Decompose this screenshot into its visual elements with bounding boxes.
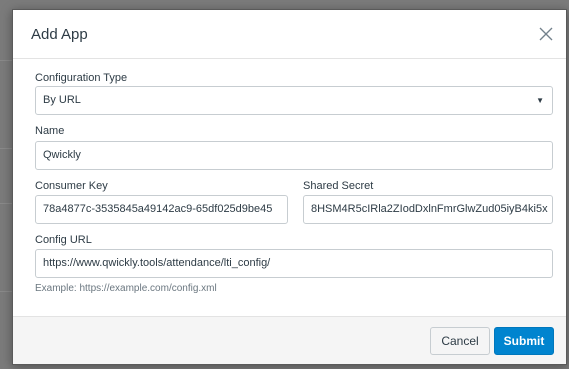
- submit-button[interactable]: Submit: [494, 327, 554, 355]
- consumer-key-label: Consumer Key: [35, 180, 108, 192]
- config-url-label: Config URL: [35, 234, 92, 246]
- name-field[interactable]: Qwickly: [35, 141, 553, 170]
- cancel-button[interactable]: Cancel: [430, 327, 490, 355]
- dialog-header: Add App: [13, 10, 566, 59]
- shared-secret-label: Shared Secret: [303, 180, 374, 192]
- close-button[interactable]: [538, 26, 554, 42]
- shared-secret-field[interactable]: 8HSM4R5cIRla2ZIodDxlnFmrGlwZud05iyB4ki5x: [303, 195, 553, 224]
- config-type-label: Configuration Type: [35, 72, 128, 84]
- consumer-key-field[interactable]: 78a4877c-3535845a49142ac9-65df025d9be45: [35, 195, 288, 224]
- dialog-title: Add App: [31, 26, 88, 43]
- config-type-select[interactable]: By URL ▼: [35, 86, 553, 115]
- add-app-dialog: Add App Configuration Type By URL ▼ Name…: [12, 9, 567, 365]
- close-icon: [539, 27, 553, 41]
- config-url-field[interactable]: https://www.qwickly.tools/attendance/lti…: [35, 249, 553, 278]
- config-type-value: By URL: [43, 94, 81, 106]
- chevron-down-icon: ▼: [536, 96, 544, 105]
- name-label: Name: [35, 125, 65, 137]
- config-url-hint: Example: https://example.com/config.xml: [35, 283, 217, 294]
- dialog-footer: Cancel Submit: [13, 316, 566, 364]
